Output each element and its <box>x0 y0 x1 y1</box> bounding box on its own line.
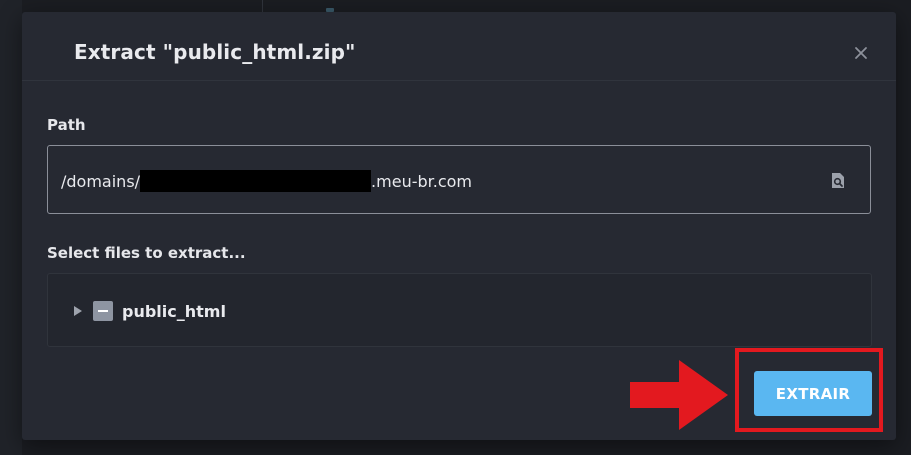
dialog-header: Extract "public_html.zip" <box>22 12 896 81</box>
right-arrow-icon <box>630 360 728 430</box>
expand-arrow-icon[interactable] <box>74 306 82 316</box>
redacted-block <box>140 170 372 192</box>
file-search-icon[interactable] <box>831 172 845 189</box>
path-label: Path <box>47 116 86 134</box>
extract-button[interactable]: EXTRAIR <box>754 371 872 416</box>
close-icon[interactable] <box>854 46 868 60</box>
files-label: Select files to extract... <box>47 244 246 262</box>
background-panel <box>0 0 22 455</box>
tree-item: public_html <box>74 301 226 321</box>
dialog-title: Extract "public_html.zip" <box>74 40 356 64</box>
path-suffix: .meu-br.com <box>371 172 472 191</box>
path-prefix: /domains/ <box>61 172 141 191</box>
file-tree: public_html <box>47 273 872 347</box>
background-divider <box>262 0 263 12</box>
checkbox-indeterminate[interactable] <box>93 301 113 321</box>
tree-item-label[interactable]: public_html <box>122 302 226 321</box>
path-input[interactable]: /domains/ .meu-br.com <box>47 145 871 214</box>
path-value[interactable]: /domains/ .meu-br.com <box>61 170 472 192</box>
